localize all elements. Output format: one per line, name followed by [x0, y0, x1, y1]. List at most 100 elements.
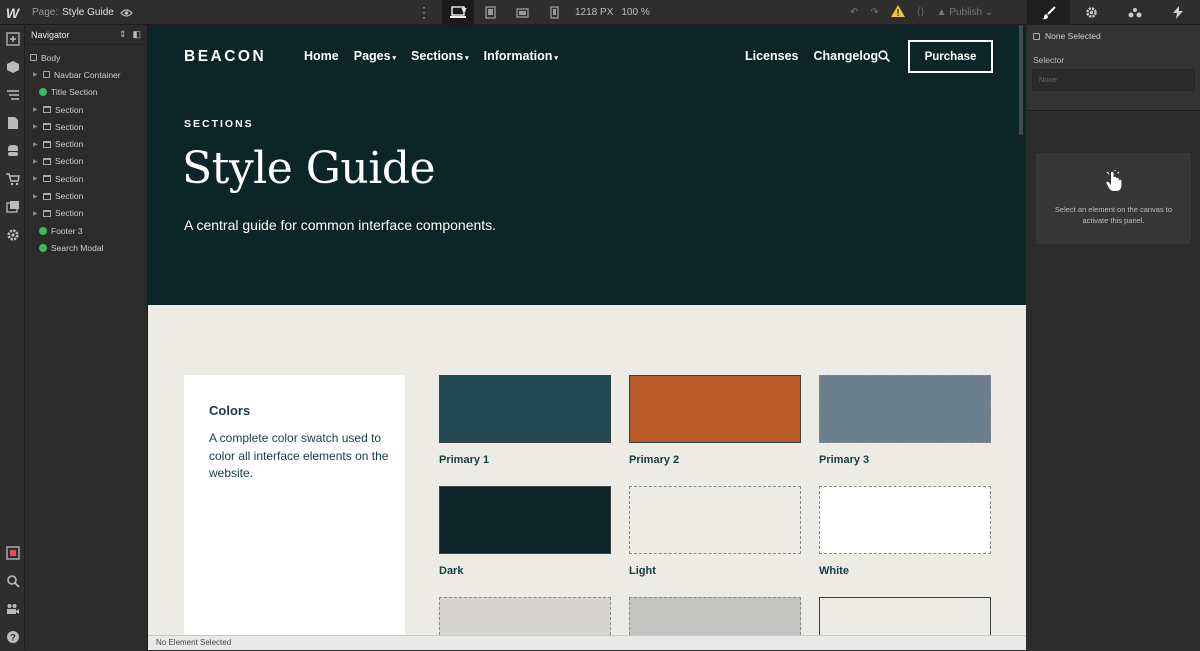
- page-selector[interactable]: Page: Style Guide: [32, 0, 114, 25]
- colors-heading: Colors: [209, 403, 251, 418]
- selector-field[interactable]: None: [1032, 69, 1195, 91]
- caret-right-icon[interactable]: ▶: [33, 71, 39, 78]
- warning-icon[interactable]: [890, 5, 905, 20]
- tablet-breakpoint-icon[interactable]: [474, 0, 506, 25]
- color-swatch[interactable]: [629, 597, 801, 635]
- tree-item-section[interactable]: ▶ Section: [25, 101, 147, 118]
- eye-icon[interactable]: [120, 0, 133, 25]
- tree-item-section[interactable]: ▶ Section: [25, 118, 147, 135]
- body-element-icon: [30, 54, 37, 62]
- selection-state: None Selected: [1027, 25, 1200, 41]
- tree-item-section[interactable]: ▶ Section: [25, 187, 147, 204]
- section-icon: [43, 106, 51, 114]
- redo-icon[interactable]: ↷: [870, 7, 878, 18]
- navigator-header: Navigator ⇕ ◧: [25, 25, 147, 45]
- none-selected-label: None Selected: [1045, 31, 1101, 41]
- settings-gear-icon[interactable]: [1070, 0, 1113, 25]
- color-swatch[interactable]: [439, 486, 611, 554]
- mobile-landscape-icon[interactable]: [506, 0, 538, 25]
- tree-item-section[interactable]: ▶ Section: [25, 153, 147, 170]
- record-icon[interactable]: [0, 539, 25, 567]
- add-elements-icon[interactable]: [0, 25, 25, 53]
- interactions-icon[interactable]: [1114, 0, 1157, 25]
- undo-icon[interactable]: ↶: [850, 7, 858, 18]
- brand-logo[interactable]: BEACON: [184, 48, 266, 66]
- status-bar: No Element Selected: [148, 635, 1026, 650]
- tree-item-search-modal[interactable]: Search Modal: [25, 239, 147, 256]
- symbols-box-icon[interactable]: [0, 53, 25, 81]
- video-tutorials-icon[interactable]: [0, 595, 25, 623]
- caret-right-icon[interactable]: ▶: [33, 210, 39, 217]
- tree-item-body[interactable]: Body: [25, 49, 147, 66]
- purchase-button[interactable]: Purchase: [908, 40, 993, 73]
- navigator-icon[interactable]: [0, 81, 25, 109]
- settings-gear-icon[interactable]: [0, 221, 25, 249]
- desktop-breakpoint-icon[interactable]: [442, 0, 474, 25]
- lightning-icon[interactable]: [1157, 0, 1200, 25]
- design-canvas[interactable]: BEACON Home Pages Sections Information L…: [148, 25, 1026, 635]
- tree-item-section[interactable]: ▶ Section: [25, 170, 147, 187]
- ecommerce-cart-icon[interactable]: [0, 165, 25, 193]
- nav-link-licenses[interactable]: Licenses: [745, 49, 799, 63]
- caret-right-icon[interactable]: ▶: [33, 158, 39, 165]
- tree-item-label: Section: [55, 104, 84, 115]
- title-section[interactable]: BEACON Home Pages Sections Information L…: [148, 25, 1026, 305]
- nav-dropdown-information[interactable]: Information: [484, 49, 558, 63]
- expand-collapse-icon[interactable]: ⇕: [119, 29, 127, 40]
- nav-dropdown-sections[interactable]: Sections: [411, 49, 469, 63]
- nav-dropdown-pages[interactable]: Pages: [354, 49, 396, 63]
- code-icon[interactable]: ⟨⟩: [917, 7, 925, 18]
- tree-item-label: Section: [55, 191, 84, 202]
- panel-tabs: [1027, 0, 1200, 25]
- swatch-label: Dark: [439, 565, 464, 577]
- colors-card: Colors A complete color swatch used to c…: [184, 375, 405, 635]
- swatch-label: Primary 1: [439, 454, 490, 466]
- canvas-scrollbar[interactable]: [1019, 25, 1023, 135]
- color-swatch[interactable]: [629, 486, 801, 554]
- tree-item-label: Section: [55, 156, 84, 167]
- caret-right-icon[interactable]: ▶: [33, 193, 39, 200]
- color-swatch[interactable]: [629, 375, 801, 443]
- symbol-icon: [39, 88, 47, 97]
- section-icon: [43, 140, 51, 148]
- nav-link-changelog[interactable]: Changelog: [814, 49, 879, 63]
- pages-icon[interactable]: [0, 109, 25, 137]
- color-swatch[interactable]: [439, 375, 611, 443]
- color-swatch[interactable]: [819, 597, 991, 635]
- breakpoint-switcher: [442, 0, 570, 25]
- empty-state-box: Select an element on the canvas to activ…: [1036, 153, 1191, 244]
- mobile-portrait-icon[interactable]: [538, 0, 570, 25]
- swatch-label: Primary 3: [819, 454, 870, 466]
- tree-item-footer[interactable]: Footer 3: [25, 222, 147, 239]
- color-swatch[interactable]: [819, 375, 991, 443]
- nav-link-home[interactable]: Home: [304, 49, 339, 63]
- help-icon[interactable]: ?: [0, 623, 25, 651]
- dock-panel-icon[interactable]: ◧: [132, 29, 141, 40]
- tree-item-section[interactable]: ▶ Section: [25, 135, 147, 152]
- caret-right-icon[interactable]: ▶: [33, 175, 39, 182]
- caret-right-icon[interactable]: ▶: [33, 106, 39, 113]
- rocket-icon: ▲: [936, 7, 947, 18]
- tree-item-title-section[interactable]: Title Section: [25, 84, 147, 101]
- chevron-down-icon: ⌄: [984, 7, 994, 18]
- publish-button[interactable]: ▲ Publish ⌄: [937, 7, 994, 18]
- more-icon[interactable]: ⋮: [417, 0, 431, 25]
- tree-item-label: Title Section: [51, 87, 98, 98]
- caret-right-icon[interactable]: ▶: [33, 123, 39, 130]
- page-title: Style Guide: [182, 143, 436, 194]
- tree-item-label: Section: [55, 121, 84, 132]
- color-swatch[interactable]: [439, 597, 611, 635]
- tree-item-section[interactable]: ▶ Section: [25, 205, 147, 222]
- assets-images-icon[interactable]: [0, 193, 25, 221]
- webflow-logo[interactable]: W: [0, 0, 25, 25]
- color-swatch[interactable]: [819, 486, 991, 554]
- search-icon[interactable]: [0, 567, 25, 595]
- cms-database-icon[interactable]: [0, 137, 25, 165]
- swatch-label: Primary 2: [629, 454, 680, 466]
- colors-description: A complete color swatch used to color al…: [209, 431, 389, 480]
- caret-right-icon[interactable]: ▶: [33, 141, 39, 148]
- tree-item-navbar-container[interactable]: ▶ Navbar Container: [25, 66, 147, 83]
- style-brush-icon[interactable]: [1027, 0, 1071, 25]
- publish-label: Publish: [949, 7, 983, 18]
- search-icon[interactable]: [878, 50, 890, 62]
